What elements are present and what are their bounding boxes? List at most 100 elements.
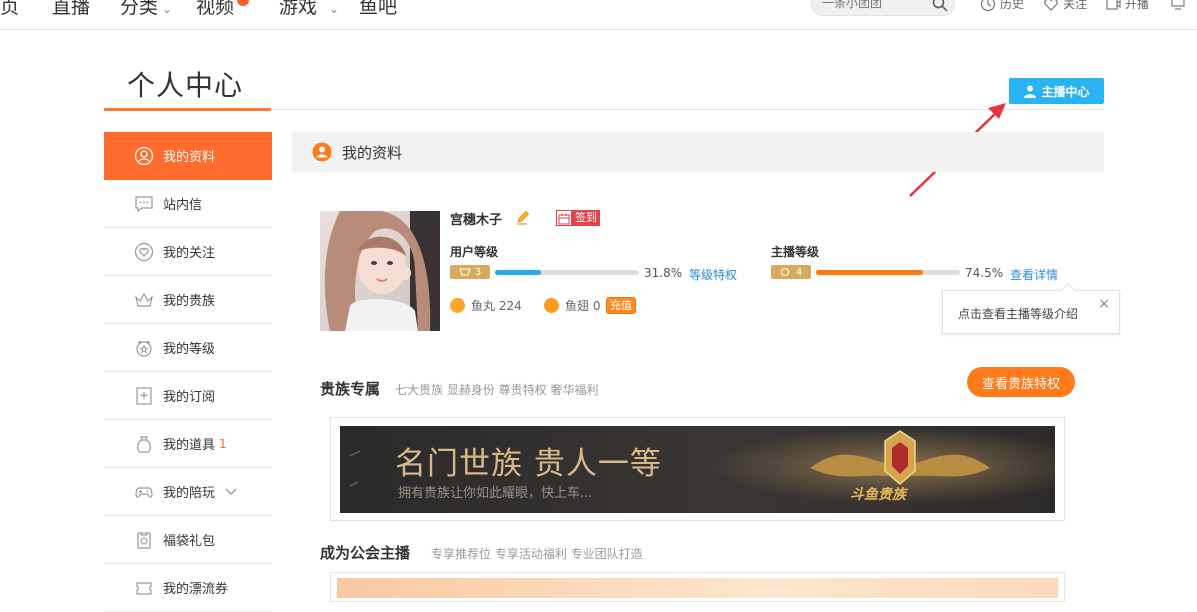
- nav-category-label: 分类: [120, 0, 159, 18]
- sidebar-item-profile[interactable]: 我的资料: [104, 132, 272, 180]
- follow-link[interactable]: 关注: [1043, 0, 1087, 12]
- fish-fin-icon: [544, 298, 559, 313]
- sidebar-item-lucky-bag[interactable]: 福袋礼包: [104, 516, 272, 564]
- nav-home[interactable]: 页: [0, 0, 19, 20]
- chevron-down-icon: ⌄: [329, 2, 340, 16]
- fish-fin-balance: 鱼翅 0: [544, 297, 600, 314]
- sidebar-item-label: 站内信: [163, 198, 203, 213]
- sidebar-item-items[interactable]: 我的道具 1: [104, 420, 272, 468]
- section-title: 我的资料: [342, 143, 403, 162]
- signin-label: 签到: [572, 210, 600, 226]
- recharge-button[interactable]: 充值: [606, 297, 636, 314]
- sidebar-item-label: 我的订阅: [163, 390, 216, 405]
- user-circle-icon: [134, 146, 154, 166]
- crown-icon: [134, 290, 154, 310]
- bag-icon: [134, 434, 154, 454]
- user-level-badge: 3: [450, 265, 490, 279]
- avatar[interactable]: [320, 211, 440, 331]
- anchor-level-progress: [816, 270, 960, 275]
- user-level-progress-fill: [495, 270, 541, 275]
- user-level-progress: [495, 270, 639, 275]
- subscribe-icon: [134, 386, 154, 406]
- view-noble-privileges-button[interactable]: 查看贵族特权: [967, 367, 1075, 397]
- sidebar-item-noble[interactable]: 我的贵族: [104, 276, 272, 324]
- chevron-down-icon: ⌄: [162, 2, 173, 16]
- more-link[interactable]: [1170, 0, 1190, 11]
- user-icon: [1024, 85, 1037, 98]
- notification-dot: [237, 0, 249, 6]
- anchor-level-badge: 4: [771, 265, 811, 279]
- banner-headline: 名门世族 贵人一等: [395, 446, 662, 482]
- nav-live[interactable]: 直播: [52, 0, 90, 20]
- history-label: 历史: [1000, 0, 1025, 11]
- sidebar: 我的资料 站内信 我的关注 我的贵族 我的等级 我的订阅 我的道具 1 我的陪玩…: [104, 132, 272, 612]
- guild-banner[interactable]: [337, 578, 1058, 598]
- banner-subtext: 拥有贵族让你如此耀眼，快上车...: [398, 486, 593, 501]
- nav-yuba[interactable]: 鱼吧: [359, 0, 397, 20]
- message-icon: [134, 194, 154, 214]
- sidebar-item-label: 福袋礼包: [163, 534, 216, 549]
- anchor-level-percent: 74.5%: [965, 266, 1004, 280]
- user-level-number: 3: [474, 266, 482, 278]
- user-level-percent: 31.8%: [644, 266, 683, 280]
- profile-section-header: 我的资料: [292, 132, 1104, 172]
- calendar-icon: [556, 210, 572, 226]
- page-title: 个人中心: [127, 69, 244, 102]
- nav-video[interactable]: 视频: [196, 0, 234, 20]
- username: 宫穗木子: [450, 213, 503, 228]
- nav-games[interactable]: 游戏 ⌄: [279, 0, 339, 22]
- clock-icon: [980, 0, 996, 11]
- sidebar-item-label: 我的关注: [163, 246, 216, 261]
- sidebar-item-messages[interactable]: 站内信: [104, 180, 272, 228]
- sidebar-item-drift-ticket[interactable]: 我的漂流券: [104, 564, 272, 612]
- sidebar-item-level[interactable]: 我的等级: [104, 324, 272, 372]
- close-icon[interactable]: ×: [1098, 296, 1110, 312]
- anchor-level-icon: [780, 268, 789, 276]
- top-nav: 页 直播 分类⌄ 视频 游戏⌄ 鱼吧 历史 关注 开播: [0, 0, 1197, 30]
- heart-icon: [134, 242, 154, 262]
- user-level-label: 用户等级: [450, 245, 499, 259]
- anchor-level-progress-fill: [816, 270, 924, 275]
- fish-ball-balance: 鱼丸 224: [450, 297, 522, 314]
- noble-section-title: 贵族专属: [320, 380, 381, 398]
- anchor-center-button[interactable]: 主播中心: [1009, 78, 1104, 104]
- broadcast-icon: [1106, 0, 1121, 10]
- follow-label: 关注: [1063, 0, 1088, 11]
- search-icon[interactable]: [932, 0, 948, 16]
- title-underline: [104, 108, 271, 111]
- fish-ball-label: 鱼丸 224: [471, 299, 522, 313]
- search-input[interactable]: [822, 0, 922, 12]
- level-privileges-link[interactable]: 等级特权: [689, 266, 737, 283]
- sidebar-item-companion[interactable]: 我的陪玩: [104, 468, 272, 516]
- tooltip-arrow: [1060, 282, 1076, 298]
- gamepad-icon: [134, 482, 154, 502]
- signin-button[interactable]: 签到: [556, 210, 600, 226]
- broadcast-label: 开播: [1125, 0, 1150, 11]
- nav-category[interactable]: 分类 ⌄: [120, 0, 172, 22]
- guild-section-title: 成为公会主播: [320, 544, 411, 562]
- sidebar-item-follows[interactable]: 我的关注: [104, 228, 272, 276]
- sidebar-item-subscribe[interactable]: 我的订阅: [104, 372, 272, 420]
- pencil-icon[interactable]: [515, 209, 531, 229]
- noble-section-desc: 七大贵族 显赫身份 尊贵特权 奢华福利: [395, 383, 599, 397]
- nav-games-label: 游戏: [279, 0, 318, 18]
- banner-logo: 斗鱼贵族: [850, 487, 906, 503]
- fish-fin-label: 鱼翅 0: [565, 299, 601, 313]
- anchor-level-tooltip: 点击查看主播等级介绍 ×: [942, 282, 1120, 334]
- noble-banner[interactable]: 名门世族 贵人一等 拥有贵族让你如此耀眼，快上车... 斗鱼贵族: [340, 426, 1055, 513]
- level-icon: [459, 268, 471, 276]
- anchor-level-label: 主播等级: [771, 245, 820, 259]
- gift-bag-icon: [134, 530, 154, 550]
- chevron-down-icon[interactable]: [225, 485, 237, 499]
- tooltip-text: 点击查看主播等级介绍: [958, 307, 1079, 321]
- broadcast-link[interactable]: 开播: [1105, 0, 1149, 12]
- sidebar-item-label: 我的贵族: [163, 294, 216, 309]
- level-icon: [134, 338, 154, 358]
- sidebar-item-label: 我的漂流券: [163, 582, 229, 597]
- history-link[interactable]: 历史: [980, 0, 1024, 12]
- anchor-center-label: 主播中心: [1041, 84, 1090, 99]
- guild-section-desc: 专享推荐位 专享活动福利 专业团队打造: [431, 547, 643, 561]
- sidebar-item-label: 我的等级: [163, 342, 216, 357]
- anchor-level-number: 4: [795, 266, 803, 278]
- view-details-link[interactable]: 查看详情: [1010, 266, 1058, 283]
